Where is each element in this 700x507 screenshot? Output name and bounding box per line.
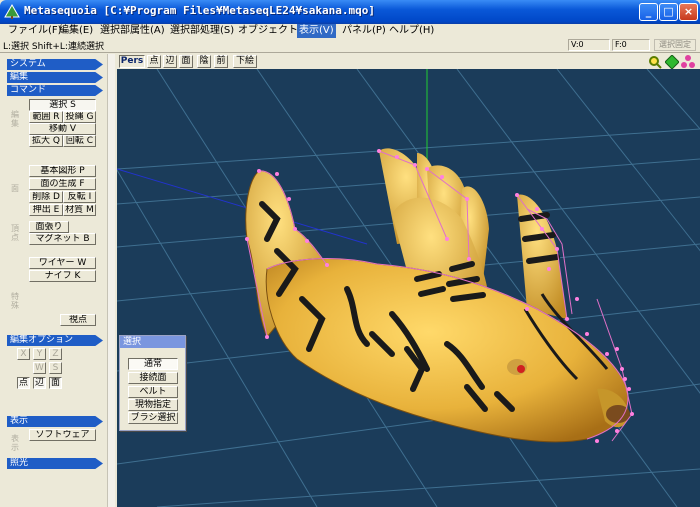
background-image-button[interactable]: 下絵 xyxy=(233,55,257,68)
axis-y-button[interactable]: Y xyxy=(33,348,46,360)
menu-edit[interactable]: 編集(E) xyxy=(57,24,95,38)
move-tool-button[interactable]: 移動 V xyxy=(29,123,96,135)
mouse-hint: L:選択 Shift+L:連続選択 xyxy=(3,42,104,52)
close-icon: × xyxy=(683,5,694,18)
section-command[interactable]: コマンド xyxy=(7,85,103,96)
minimize-button[interactable]: _ xyxy=(639,3,658,21)
menu-bar: ファイル(F) 編集(E) 選択部属性(A) 選択部処理(S) オブジェクト(O… xyxy=(0,24,700,38)
render-software-button[interactable]: ソフトウェア xyxy=(29,429,96,441)
menu-selection-process[interactable]: 選択部処理(S) xyxy=(168,24,236,38)
show-edges-button[interactable]: 辺 xyxy=(163,55,177,68)
mode-face-button[interactable]: 面 xyxy=(49,377,62,389)
3d-viewport[interactable] xyxy=(117,69,700,507)
hint-bar: L:選択 Shift+L:連続選択 V:0 F:0 選択固定 xyxy=(0,38,700,53)
hidden-line-button[interactable]: 陰 xyxy=(197,55,211,68)
selection-lock-button[interactable]: 選択固定 xyxy=(654,39,696,51)
group-label-special: 特殊 xyxy=(11,292,19,310)
material-button[interactable]: 材質 M xyxy=(63,204,96,216)
perspective-button[interactable]: Pers xyxy=(119,55,145,68)
menu-selection-attributes[interactable]: 選択部属性(A) xyxy=(98,24,167,38)
menu-panel[interactable]: パネル(P) xyxy=(340,24,388,38)
scene-canvas xyxy=(117,69,700,507)
section-display[interactable]: 表示 xyxy=(7,416,103,427)
select-connected-button[interactable]: 接続面 xyxy=(128,372,178,384)
stretch-face-button[interactable]: 面張り xyxy=(29,221,69,233)
command-panel-scrollbar[interactable] xyxy=(107,54,115,507)
maximize-icon: □ xyxy=(663,5,674,18)
world-coord-button[interactable]: W xyxy=(33,362,46,374)
section-system[interactable]: システム xyxy=(7,59,103,70)
front-button[interactable]: 前 xyxy=(214,55,228,68)
viewpoint-button[interactable]: 視点 xyxy=(60,314,96,326)
select-tool-button[interactable]: 選択 S xyxy=(29,99,96,111)
wire-button[interactable]: ワイヤー W xyxy=(29,257,96,269)
select-belt-button[interactable]: ベルト xyxy=(128,386,178,398)
select-normal-button[interactable]: 通常 xyxy=(128,358,178,370)
menu-file[interactable]: ファイル(F) xyxy=(6,24,64,38)
scale-tool-button[interactable]: 拡大 Q xyxy=(29,135,63,147)
viewport-toolbar: Pers 点 辺 面 陰 前 下絵 xyxy=(117,54,700,69)
basic-shape-button[interactable]: 基本図形 P xyxy=(29,165,96,177)
group-label-display: 表示 xyxy=(11,434,19,452)
select-object-button[interactable]: 現物指定 xyxy=(128,399,178,411)
mode-point-button[interactable]: 点 xyxy=(17,377,30,389)
maximize-button[interactable]: □ xyxy=(659,3,678,21)
menu-help[interactable]: ヘルプ(H) xyxy=(387,24,436,38)
fish-model xyxy=(245,148,630,443)
range-tool-button[interactable]: 範囲 R xyxy=(29,111,63,123)
show-points-button[interactable]: 点 xyxy=(147,55,161,68)
window-title: Metasequoia [C:¥Program Files¥MetaseqLE2… xyxy=(24,4,375,17)
close-button[interactable]: × xyxy=(679,3,698,21)
axis-z-button[interactable]: Z xyxy=(49,348,62,360)
group-label-edit: 編集 xyxy=(11,110,19,128)
metasequoia-app-icon xyxy=(4,4,20,19)
section-lighting[interactable]: 照光 xyxy=(7,458,103,469)
rotate-view-icon[interactable] xyxy=(681,55,695,69)
face-count: F:0 xyxy=(612,39,650,51)
extrude-button[interactable]: 押出 E xyxy=(29,204,63,216)
title-bar: Metasequoia [C:¥Program Files¥MetaseqLE2… xyxy=(0,0,700,24)
delete-button[interactable]: 削除 D xyxy=(29,191,63,203)
lasso-tool-button[interactable]: 投縄 G xyxy=(63,111,96,123)
vertex-count: V:0 xyxy=(568,39,610,51)
command-panel: システム 編集 コマンド 編集 選択 S 範囲 R 投縄 G 移動 V 拡大 Q… xyxy=(0,54,115,507)
face-generate-button[interactable]: 面の生成 F xyxy=(29,178,96,190)
select-panel: 選択 通常 接続面 ベルト 現物指定 ブラシ選択 xyxy=(119,335,186,431)
move-view-icon[interactable] xyxy=(665,55,679,69)
zoom-icon[interactable] xyxy=(648,55,662,69)
magnet-button[interactable]: マグネット B xyxy=(29,233,96,245)
flip-button[interactable]: 反転 I xyxy=(63,191,96,203)
knife-button[interactable]: ナイフ K xyxy=(29,270,96,282)
minimize-icon: _ xyxy=(645,5,652,18)
select-brush-button[interactable]: ブラシ選択 xyxy=(128,412,178,424)
rotate-tool-button[interactable]: 回転 C xyxy=(63,135,96,147)
mode-edge-button[interactable]: 辺 xyxy=(33,377,46,389)
section-edit-option[interactable]: 編集オプション xyxy=(7,335,103,346)
section-edit[interactable]: 編集 xyxy=(7,72,103,83)
group-label-face: 面 xyxy=(11,184,19,193)
menu-view[interactable]: 表示(V) xyxy=(297,24,336,38)
axis-x-button[interactable]: X xyxy=(17,348,30,360)
show-faces-button[interactable]: 面 xyxy=(179,55,193,68)
group-label-vertex: 頂点 xyxy=(11,224,19,242)
select-panel-title[interactable]: 選択 xyxy=(120,336,185,348)
screen-coord-button[interactable]: S xyxy=(49,362,62,374)
